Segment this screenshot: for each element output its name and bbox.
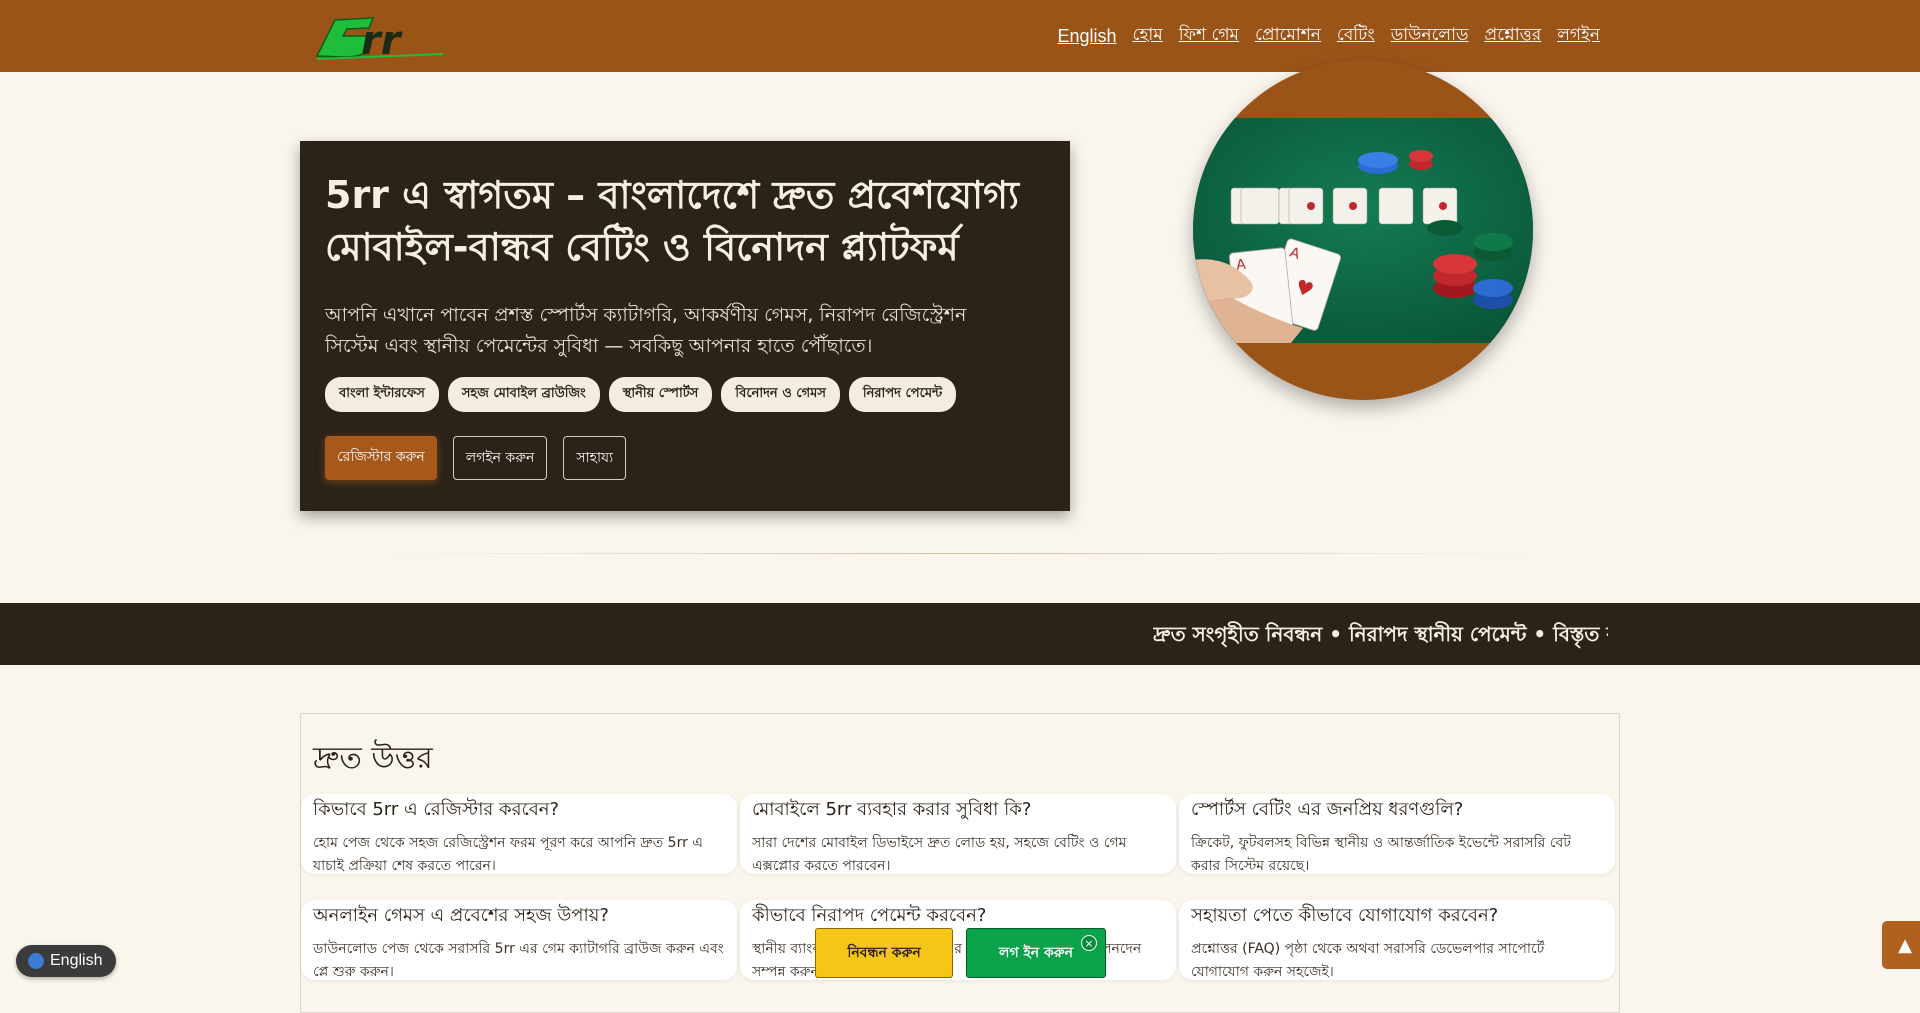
ticker-text: দ্রুত সংগৃহীত নিবন্ধন • নিরাপদ স্থানীয় … <box>1153 622 1608 646</box>
nav-login[interactable]: লগইন <box>1557 22 1600 50</box>
nav-english[interactable]: English <box>1058 26 1117 47</box>
nav-home[interactable]: হোম <box>1133 22 1163 50</box>
tag-mobile-browsing: সহজ মোবাইল ব্রাউজিং <box>447 377 600 413</box>
faq-answer: সারা দেশের মোবাইল ডিভাইসে দ্রুত লোড হয়,… <box>752 835 1127 874</box>
faq-question: মোবাইলে 5rr ব্যবহার করার সুবিধা কি? <box>752 799 1032 820</box>
faq-card: অনলাইন গেমস এ প্রবেশের সহজ উপায়? ডাউনলো… <box>301 900 737 980</box>
faq-question: কিভাবে 5rr এ রেজিস্টার করবেন? <box>313 799 560 820</box>
globe-icon <box>28 953 44 969</box>
faq-question: স্পোর্টস বেটিং এর জনপ্রিয় ধরণগুলি? <box>1191 799 1464 820</box>
faq-answer: হোম পেজ থেকে সহজ রেজিস্ট্রেশন ফরম পূরণ ক… <box>313 835 703 874</box>
nav-faq[interactable]: প্রশ্নোত্তর <box>1485 22 1542 50</box>
close-icon[interactable]: × <box>1081 935 1097 951</box>
hero-image-poker: A ♥ A <box>1193 60 1533 400</box>
back-to-top-button[interactable]: ▲ <box>1882 921 1920 969</box>
faq-card: সহায়তা পেতে কীভাবে যোগাযোগ করবেন? প্রশ্… <box>1179 900 1615 980</box>
marquee-ticker: দ্রুত সংগৃহীত নিবন্ধন • নিরাপদ স্থানীয় … <box>0 603 1920 665</box>
faq-section: দ্রুত উত্তর কিভাবে 5rr এ রেজিস্টার করবেন… <box>300 713 1620 1013</box>
login-button[interactable]: লগইন করুন <box>452 436 548 481</box>
site-header: rr English হোম ফিশ গেম প্রোমোশন বেটিং ডা… <box>0 0 1920 72</box>
main-nav: English হোম ফিশ গেম প্রোমোশন বেটিং ডাউনল… <box>1058 22 1601 50</box>
feature-tags: বাংলা ইন্টারফেস সহজ মোবাইল ব্রাউজিং স্থা… <box>325 377 1045 413</box>
language-label: English <box>50 952 103 969</box>
faq-answer: ডাউনলোড পেজ থেকে সরাসরি 5rr এর গেম ক্যাট… <box>313 941 724 980</box>
faq-card: মোবাইলে 5rr ব্যবহার করার সুবিধা কি? সারা… <box>740 794 1176 874</box>
tag-bangla-interface: বাংলা ইন্টারফেস <box>325 377 439 413</box>
sticky-register-button[interactable]: নিবন্ধন করুন <box>815 928 953 978</box>
nav-fish-game[interactable]: ফিশ গেম <box>1179 22 1239 50</box>
tag-safe-payment: নিরাপদ পেমেন্ট <box>848 377 957 413</box>
nav-promotion[interactable]: প্রোমোশন <box>1255 22 1321 50</box>
faq-title: দ্রুত উত্তর <box>313 741 433 776</box>
faq-card: কিভাবে 5rr এ রেজিস্টার করবেন? হোম পেজ থে… <box>301 794 737 874</box>
hero-description: আপনি এখানে পাবেন প্রশস্ত স্পোর্টস ক্যাটা… <box>325 303 967 357</box>
faq-answer: প্রশ্নোত্তর (FAQ) পৃষ্ঠা থেকে অথবা সরাসর… <box>1191 941 1545 980</box>
language-switcher[interactable]: English <box>16 945 117 977</box>
section-divider <box>380 553 1540 554</box>
nav-download[interactable]: ডাউনলোড <box>1391 22 1469 50</box>
faq-card: স্পোর্টস বেটিং এর জনপ্রিয় ধরণগুলি? ক্রি… <box>1179 794 1615 874</box>
brand-logo[interactable]: rr <box>313 10 453 64</box>
nav-betting[interactable]: বেটিং <box>1337 22 1375 50</box>
tag-entertainment-games: বিনোদন ও গেমস <box>721 377 840 413</box>
hero-card: 5rr এ স্বাগতম – বাংলাদেশে দ্রুত প্রবেশযো… <box>300 141 1070 511</box>
faq-card: কীভাবে নিরাপদ পেমেন্ট করবেন? স্থানীয় ব্… <box>740 900 1176 980</box>
hero-buttons: রেজিস্টার করুন লগইন করুন সাহায্য <box>325 436 1045 481</box>
faq-answer: ক্রিকেট, ফুটবলসহ বিভিন্ন স্থানীয় ও আন্ত… <box>1191 835 1571 874</box>
faq-question: সহায়তা পেতে কীভাবে যোগাযোগ করবেন? <box>1191 905 1499 926</box>
faq-question: অনলাইন গেমস এ প্রবেশের সহজ উপায়? <box>313 905 609 926</box>
register-button[interactable]: রেজিস্টার করুন <box>325 436 437 481</box>
help-button[interactable]: সাহায্য <box>563 436 627 481</box>
tag-local-sports: স্থানীয় স্পোর্টস <box>608 377 713 413</box>
hero-title: 5rr এ স্বাগতম – বাংলাদেশে দ্রুত প্রবেশযো… <box>325 173 1020 270</box>
